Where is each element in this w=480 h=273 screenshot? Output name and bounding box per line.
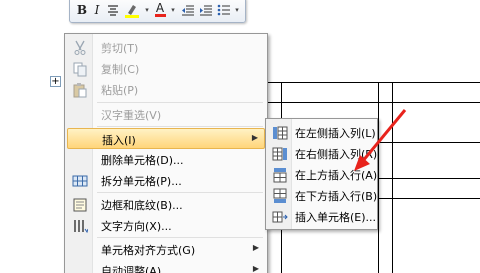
bold-button[interactable]: B xyxy=(76,1,88,19)
copy-icon xyxy=(72,61,88,77)
insert-row-above-icon xyxy=(272,167,288,183)
menu-separator xyxy=(97,126,263,127)
font-color-swatch xyxy=(154,14,166,17)
menu-item-insert[interactable]: 插入(I) ▶ xyxy=(67,128,265,149)
highlighter-icon xyxy=(125,5,139,18)
submenu-item-insert-cells[interactable]: 插入单元格(E)... xyxy=(268,206,377,227)
submenu-arrow-icon: ▶ xyxy=(252,243,259,252)
menu-separator xyxy=(97,102,263,103)
font-color-dropdown[interactable]: ▾ xyxy=(170,1,176,19)
decrease-indent-icon[interactable] xyxy=(180,1,194,19)
annotation-arrow-icon xyxy=(354,109,407,171)
text-direction-icon xyxy=(72,218,89,234)
highlight-dropdown[interactable]: ▾ xyxy=(144,1,150,19)
bullets-dropdown[interactable]: ▾ xyxy=(234,1,240,19)
italic-button[interactable]: I xyxy=(92,1,102,19)
table-move-handle[interactable]: + xyxy=(50,76,61,87)
menu-separator xyxy=(97,237,263,238)
menu-item-autofit[interactable]: 自动调整(A) ▶ xyxy=(67,260,265,273)
scissors-icon xyxy=(72,40,88,56)
menu-item-reconvert: 汉字重选(V) xyxy=(67,104,265,125)
menu-item-label: 剪切(T) xyxy=(101,42,139,55)
menu-item-copy: 复制(C) xyxy=(67,58,265,79)
decrease-indent-icon xyxy=(181,5,194,16)
menu-item-label: 边框和底纹(B)... xyxy=(101,199,183,212)
menu-item-paste: 粘贴(P) xyxy=(67,79,265,100)
paste-icon xyxy=(72,82,88,98)
menu-item-label: 单元格对齐方式(G) xyxy=(101,244,196,257)
font-color-button[interactable]: A xyxy=(154,1,166,19)
increase-indent-icon xyxy=(199,5,212,16)
menu-item-split-cells[interactable]: 拆分单元格(P)... xyxy=(67,170,265,191)
menu-item-cell-alignment[interactable]: 单元格对齐方式(G) ▶ xyxy=(67,239,265,260)
menu-item-borders-shading[interactable]: 边框和底纹(B)... xyxy=(67,194,265,215)
insert-col-left-icon xyxy=(272,125,288,141)
mini-toolbar: B I ▾ A ▾ ▾ xyxy=(69,0,246,23)
submenu-arrow-icon: ▶ xyxy=(252,264,259,273)
submenu-item-label: 在下方插入行(B) xyxy=(295,190,378,203)
menu-item-label: 汉字重选(V) xyxy=(101,109,162,122)
borders-icon xyxy=(72,197,88,213)
menu-item-label: 复制(C) xyxy=(101,63,140,76)
insert-row-below-icon xyxy=(272,188,288,204)
insert-cells-icon xyxy=(272,209,288,225)
submenu-item-label: 插入单元格(E)... xyxy=(295,211,377,224)
insert-col-right-icon xyxy=(272,146,288,162)
menu-item-label: 拆分单元格(P)... xyxy=(101,175,182,188)
bullets-icon[interactable] xyxy=(216,1,230,19)
split-cells-icon xyxy=(72,173,88,189)
menu-item-delete-cells[interactable]: 删除单元格(D)... xyxy=(67,149,265,170)
center-align-icon[interactable] xyxy=(106,1,120,19)
context-menu: 剪切(T) 复制(C) 粘贴(P) 汉字重选(V) 插入(I) ▶ 删除单元格(… xyxy=(64,33,268,273)
menu-item-label: 删除单元格(D)... xyxy=(101,154,184,167)
submenu-item-insert-row-below[interactable]: 在下方插入行(B) xyxy=(268,185,378,206)
bullets-icon xyxy=(217,4,230,16)
menu-item-cut: 剪切(T) xyxy=(67,37,265,58)
center-align-icon xyxy=(108,5,118,16)
submenu-arrow-icon: ▶ xyxy=(251,133,258,142)
menu-item-label: 粘贴(P) xyxy=(101,84,139,97)
menu-item-label: 文字方向(X)... xyxy=(101,220,172,233)
font-color-label: A xyxy=(155,1,165,15)
highlight-icon[interactable] xyxy=(124,1,140,19)
screen: + B I ▾ A ▾ ▾ 剪切(T) 复制(C) 粘贴(P) 汉字重选(V) … xyxy=(0,0,480,273)
menu-item-text-direction[interactable]: 文字方向(X)... xyxy=(67,215,265,236)
menu-item-label: 插入(I) xyxy=(102,134,136,147)
menu-separator xyxy=(97,192,263,193)
menu-item-label: 自动调整(A) xyxy=(101,265,162,273)
increase-indent-icon[interactable] xyxy=(198,1,212,19)
